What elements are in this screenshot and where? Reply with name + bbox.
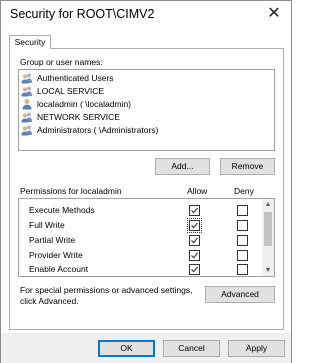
check-icon bbox=[191, 207, 198, 214]
scroll-up-arrow-icon[interactable]: ▲ bbox=[262, 199, 274, 210]
permissions-scrollbar[interactable]: ▲ ▼ bbox=[262, 199, 274, 276]
list-item[interactable]: NETWORK SERVICE bbox=[21, 111, 261, 123]
users-icon bbox=[21, 124, 33, 136]
scroll-down-arrow-icon[interactable]: ▼ bbox=[262, 265, 274, 276]
list-item-label: Administrators ( \Administrators) bbox=[37, 125, 159, 135]
permission-row: Provider Write bbox=[19, 248, 259, 263]
deny-checkbox[interactable] bbox=[237, 220, 248, 231]
check-icon bbox=[191, 266, 198, 273]
permissions-list: Execute Methods Full Write Partial Write… bbox=[18, 198, 275, 277]
user-icon bbox=[21, 98, 33, 110]
group-user-list[interactable]: Authenticated Users LOCAL SERVICE locala… bbox=[18, 69, 275, 151]
close-icon[interactable]: ✕ bbox=[263, 3, 285, 25]
permission-name: Provider Write bbox=[29, 250, 83, 260]
title-bar: Security for ROOT\CIMV2 ✕ bbox=[1, 1, 291, 31]
permission-name: Full Write bbox=[29, 220, 65, 230]
security-dialog: Security for ROOT\CIMV2 ✕ Security Group… bbox=[0, 0, 292, 363]
deny-checkbox[interactable] bbox=[237, 205, 248, 216]
cancel-button[interactable]: Cancel bbox=[163, 340, 220, 357]
list-item[interactable]: localadmin ( \localadmin) bbox=[21, 98, 261, 110]
permission-name: Enable Account bbox=[29, 264, 89, 274]
add-button[interactable]: Add... bbox=[155, 158, 210, 175]
group-list-label: Group or user names: bbox=[20, 57, 103, 67]
advanced-help-text-line1: For special permissions or advanced sett… bbox=[20, 285, 193, 295]
permission-name: Execute Methods bbox=[29, 205, 95, 215]
advanced-button[interactable]: Advanced bbox=[205, 286, 275, 303]
list-item[interactable]: LOCAL SERVICE bbox=[21, 85, 261, 97]
permission-row: Full Write bbox=[19, 218, 259, 233]
list-item[interactable]: Administrators ( \Administrators) bbox=[21, 124, 261, 136]
advanced-help-text-line2: click Advanced. bbox=[20, 296, 79, 306]
allow-checkbox[interactable] bbox=[189, 264, 200, 275]
deny-checkbox[interactable] bbox=[237, 250, 248, 261]
ok-button[interactable]: OK bbox=[98, 340, 155, 357]
deny-checkbox[interactable] bbox=[237, 264, 248, 275]
check-icon bbox=[191, 222, 198, 229]
check-icon bbox=[191, 252, 198, 259]
scroll-thumb[interactable] bbox=[264, 212, 272, 246]
permissions-label: Permissions for localadmin bbox=[20, 186, 122, 196]
users-icon bbox=[21, 72, 33, 84]
permission-row: Partial Write bbox=[19, 233, 259, 248]
allow-checkbox[interactable] bbox=[187, 218, 202, 233]
window-title: Security for ROOT\CIMV2 bbox=[10, 7, 155, 21]
allow-checkbox[interactable] bbox=[189, 235, 200, 246]
users-icon bbox=[21, 111, 33, 123]
permission-name: Partial Write bbox=[29, 235, 76, 245]
deny-checkbox[interactable] bbox=[237, 235, 248, 246]
list-item-label: NETWORK SERVICE bbox=[37, 112, 120, 122]
allow-checkbox[interactable] bbox=[189, 205, 200, 216]
allow-column-header: Allow bbox=[187, 186, 208, 196]
apply-button[interactable]: Apply bbox=[228, 340, 285, 357]
check-icon bbox=[191, 237, 198, 244]
permission-row: Enable Account bbox=[19, 262, 259, 276]
list-item-label: LOCAL SERVICE bbox=[37, 86, 105, 96]
deny-column-header: Deny bbox=[234, 186, 254, 196]
users-icon bbox=[21, 85, 33, 97]
list-item[interactable]: Authenticated Users bbox=[21, 72, 261, 84]
permission-row: Execute Methods bbox=[19, 203, 259, 218]
remove-button[interactable]: Remove bbox=[220, 158, 275, 175]
allow-checkbox[interactable] bbox=[189, 250, 200, 261]
tab-security[interactable]: Security bbox=[9, 35, 51, 49]
list-item-label: Authenticated Users bbox=[37, 73, 114, 83]
list-item-label: localadmin ( \localadmin) bbox=[37, 99, 132, 109]
